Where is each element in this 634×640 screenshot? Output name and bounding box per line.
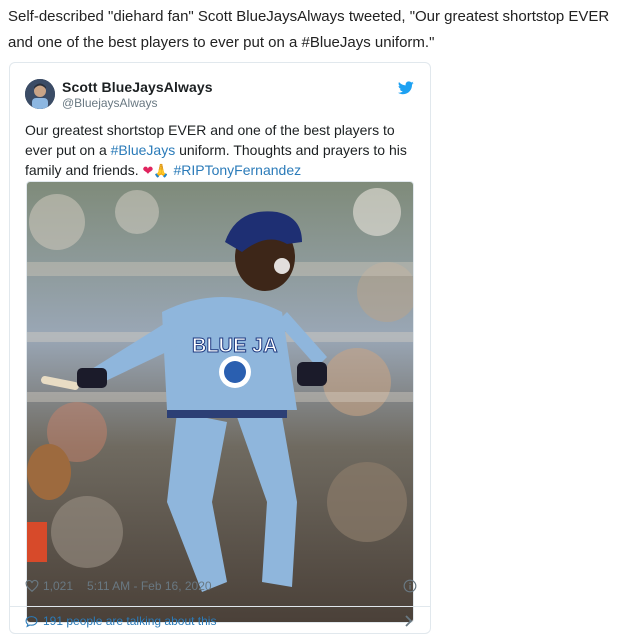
info-icon[interactable] bbox=[403, 579, 417, 593]
conversation-link[interactable]: 191 people are talking about this bbox=[25, 607, 417, 635]
chevron-right-icon[interactable] bbox=[405, 615, 413, 627]
tweet-timestamp[interactable]: 5:11 AM - Feb 16, 2020 bbox=[87, 579, 212, 593]
svg-text:BLUE JA: BLUE JA bbox=[192, 335, 278, 357]
author-handle[interactable]: @BluejaysAlways bbox=[62, 96, 158, 110]
tweet-meta-row: 1,021 5:11 AM - Feb 16, 2020 bbox=[25, 568, 417, 604]
praying-hands-emoji: 🙏 bbox=[153, 164, 170, 179]
conversation-count[interactable]: 191 people are talking about this bbox=[43, 614, 216, 628]
like-count[interactable]: 1,021 bbox=[43, 579, 73, 593]
hashtag-link[interactable]: #RIPTonyFernandez bbox=[173, 162, 301, 178]
avatar[interactable] bbox=[25, 79, 55, 109]
heart-outline-icon[interactable] bbox=[25, 579, 39, 593]
tweet-photo[interactable]: BLUE JA bbox=[26, 181, 414, 623]
twitter-bird-icon[interactable] bbox=[398, 81, 414, 95]
embedded-tweet-card[interactable]: Scott BlueJaysAlways @BluejaysAlways Our… bbox=[9, 62, 431, 634]
article-caption: Self-described "diehard fan" Scott BlueJ… bbox=[8, 8, 610, 51]
tweet-text: Our greatest shortstop EVER and one of t… bbox=[25, 120, 417, 182]
red-heart-emoji: ❤ bbox=[142, 164, 154, 179]
speech-bubble-icon bbox=[25, 615, 38, 627]
author-display-name[interactable]: Scott BlueJaysAlways bbox=[62, 79, 213, 95]
hashtag-link[interactable]: #BlueJays bbox=[111, 142, 176, 158]
